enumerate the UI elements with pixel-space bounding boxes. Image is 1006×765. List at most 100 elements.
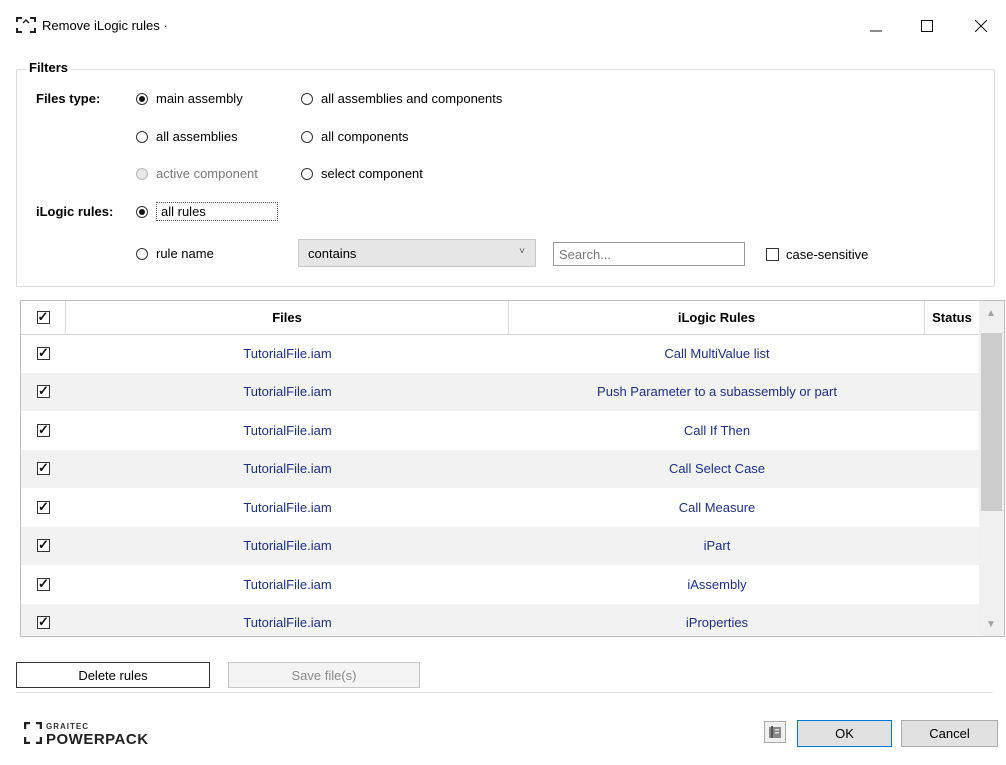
ilogic-rules-label: iLogic rules: [36, 204, 114, 219]
column-header-ilogic-rules[interactable]: iLogic Rules [509, 301, 925, 334]
radio-label: select component [321, 166, 423, 181]
rule-cell[interactable]: Call Select Case [509, 450, 925, 488]
column-header-status[interactable]: Status [925, 301, 979, 334]
file-cell[interactable]: TutorialFile.iam [66, 604, 509, 637]
radio-all-assemblies-and-components[interactable]: all assemblies and components [301, 91, 502, 106]
help-button[interactable] [764, 721, 786, 743]
radio-all-assemblies[interactable]: all assemblies [136, 129, 238, 144]
close-button[interactable] [958, 8, 1004, 44]
file-cell[interactable]: TutorialFile.iam [66, 565, 509, 603]
radio-main-assembly[interactable]: main assembly [136, 91, 243, 106]
select-all-checkbox[interactable] [36, 309, 50, 325]
status-cell [925, 373, 979, 411]
grid-scrollbar[interactable]: ▲ ▼ [979, 301, 1004, 636]
file-cell[interactable]: TutorialFile.iam [66, 373, 509, 411]
status-cell [925, 488, 979, 526]
table-row[interactable]: TutorialFile.iamCall Measure [21, 488, 979, 526]
delete-rules-button[interactable]: Delete rules [16, 662, 210, 688]
search-input[interactable]: Search... [553, 242, 745, 266]
ok-button[interactable]: OK [797, 720, 892, 747]
table-row[interactable]: TutorialFile.iamiProperties [21, 603, 979, 637]
maximize-icon [921, 20, 933, 32]
row-checkbox[interactable] [37, 345, 50, 361]
chevron-down-icon: ˅ [519, 246, 525, 257]
match-mode-value: contains [308, 245, 357, 261]
radio-dot [301, 167, 313, 180]
radio-label: main assembly [156, 91, 243, 106]
radio-rule-name[interactable]: rule name [136, 246, 214, 261]
case-sensitive-label: case-sensitive [786, 247, 869, 262]
column-header-files[interactable]: Files [66, 301, 509, 334]
row-checkbox[interactable] [37, 537, 50, 553]
row-checkbox[interactable] [37, 422, 50, 438]
row-checkbox[interactable] [37, 499, 50, 515]
radio-dot [136, 167, 148, 180]
table-row[interactable]: TutorialFile.iamiPart [21, 526, 979, 565]
status-cell [925, 334, 979, 372]
filters-group-title: Filters [26, 60, 72, 75]
radio-dot [136, 130, 148, 143]
close-icon [975, 20, 987, 32]
minimize-button[interactable] [853, 8, 899, 44]
radio-label: rule name [156, 246, 214, 261]
file-cell[interactable]: TutorialFile.iam [66, 527, 509, 565]
table-row[interactable]: TutorialFile.iamCall If Then [21, 411, 979, 449]
row-checkbox[interactable] [37, 576, 50, 592]
radio-dot [301, 130, 313, 143]
status-cell [925, 450, 979, 488]
match-mode-dropdown[interactable]: contains ˅ [298, 239, 536, 267]
row-checkbox-cell [21, 488, 66, 526]
table-row[interactable]: TutorialFile.iamiAssembly [21, 565, 979, 603]
cancel-button[interactable]: Cancel [901, 720, 998, 747]
brand-graitec: GRAITEC [46, 722, 89, 731]
file-cell[interactable]: TutorialFile.iam [66, 411, 509, 449]
rule-cell[interactable]: iAssembly [509, 565, 925, 603]
radio-dot [301, 92, 313, 105]
row-checkbox-cell [21, 527, 66, 565]
maximize-button[interactable] [904, 8, 950, 44]
app-icon [16, 17, 36, 33]
rule-cell[interactable]: Push Parameter to a subassembly or part [509, 373, 925, 411]
row-checkbox[interactable] [37, 383, 50, 399]
scrollbar-thumb[interactable] [981, 333, 1002, 511]
book-icon [769, 726, 781, 738]
row-checkbox[interactable] [37, 460, 50, 476]
radio-active-component: active component [136, 166, 258, 181]
radio-label: active component [156, 166, 258, 181]
radio-label: all components [321, 129, 409, 144]
row-checkbox-cell [21, 565, 66, 603]
rule-cell[interactable]: iPart [509, 527, 925, 565]
select-all-cell [21, 301, 66, 334]
radio-dot [136, 205, 148, 218]
file-cell[interactable]: TutorialFile.iam [66, 334, 509, 372]
file-cell[interactable]: TutorialFile.iam [66, 488, 509, 526]
radio-select-component[interactable]: select component [301, 166, 423, 181]
search-placeholder: Search... [559, 246, 612, 262]
rule-cell[interactable]: Call MultiValue list [509, 334, 925, 372]
table-row[interactable]: TutorialFile.iamCall Select Case [21, 449, 979, 488]
row-checkbox-cell [21, 373, 66, 411]
table-row[interactable]: TutorialFile.iamPush Parameter to a suba… [21, 372, 979, 411]
rule-cell[interactable]: Call Measure [509, 488, 925, 526]
scroll-up-icon[interactable]: ▲ [986, 308, 996, 319]
files-type-label: Files type: [36, 91, 101, 106]
scroll-down-icon[interactable]: ▼ [986, 619, 996, 630]
window-title: Remove iLogic rules · [42, 18, 168, 33]
row-checkbox-cell [21, 334, 66, 372]
rule-cell[interactable]: Call If Then [509, 411, 925, 449]
radio-all-components[interactable]: all components [301, 129, 408, 144]
status-cell [925, 565, 979, 603]
status-cell [925, 411, 979, 449]
file-cell[interactable]: TutorialFile.iam [66, 450, 509, 488]
radio-all-rules[interactable]: all rules [136, 202, 278, 221]
table-row[interactable]: TutorialFile.iamCall MultiValue list [21, 334, 979, 372]
radio-dot [136, 247, 148, 260]
case-sensitive-checkbox[interactable]: case-sensitive [766, 247, 868, 262]
rule-cell[interactable]: iProperties [509, 604, 925, 637]
radio-label: all rules [156, 202, 278, 221]
row-checkbox[interactable] [37, 614, 50, 630]
checkbox-box [766, 248, 779, 261]
row-checkbox-cell [21, 411, 66, 449]
save-files-button[interactable]: Save file(s) [228, 662, 420, 688]
row-checkbox-cell [21, 604, 66, 637]
